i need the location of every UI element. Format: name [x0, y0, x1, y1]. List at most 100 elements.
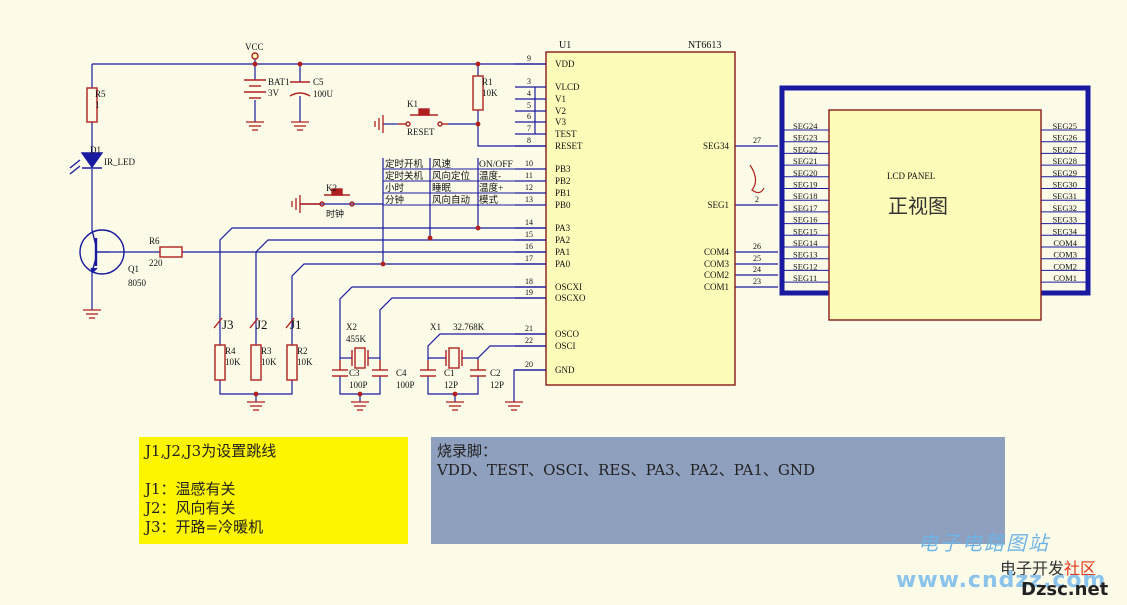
- c1-capacitor-icon: [420, 360, 436, 377]
- lcd-left-pin-label: SEG19: [793, 180, 818, 190]
- vcc-terminal-icon: [251, 52, 259, 60]
- ic-pin-name: V3: [555, 117, 566, 127]
- component-labels: VCC BAT1 3V C5 100U R1 10K K1 RESET K2 时…: [90, 42, 504, 390]
- ic-pin-number: 15: [525, 230, 533, 239]
- lcd-left-pin-label: SEG11: [793, 273, 817, 283]
- junction-dot: [253, 391, 259, 397]
- ic-pin-name: OSCI: [555, 341, 576, 351]
- ic-pin-number: 27: [753, 136, 761, 145]
- gnd-pin-wire: [513, 369, 546, 402]
- lcd-left-pin-label: SEG14: [793, 238, 818, 248]
- ic-pin-number: 19: [525, 288, 533, 297]
- ic-pin-name: PA2: [555, 235, 570, 245]
- lcd-right-pin-label: SEG34: [1052, 226, 1077, 236]
- lcd-left-pin-label: SEG22: [793, 144, 818, 154]
- ic-pin-number: 17: [525, 254, 533, 263]
- ic-pin-number: 5: [527, 101, 531, 110]
- button-table-cell: 风向定位: [432, 170, 471, 182]
- component-layer: [69, 52, 486, 381]
- junction-dot: [297, 61, 303, 67]
- ic-pin-number: 14: [525, 218, 533, 227]
- button-table-cell: 定时开机: [385, 158, 424, 170]
- lcd-right-pin-label: SEG31: [1052, 191, 1077, 201]
- button-table-cell: 温度-: [479, 170, 501, 182]
- c4-ref: C4: [396, 368, 407, 378]
- ic-pin-name: OSCXI: [555, 282, 582, 292]
- c2-capacitor-icon: [470, 360, 486, 377]
- c5-val: 100U: [313, 89, 334, 99]
- watermark-brand: Dzsc.net: [1021, 579, 1109, 600]
- lcd-right-pin-label: COM2: [1053, 261, 1077, 271]
- button-table-cell: 温度+: [479, 182, 503, 194]
- lcd-right-pins: SEG25 SEG26SEG27 SEG28 SEG29 SEG30SEG31 SEG32…: [1041, 121, 1086, 283]
- junction-dot: [475, 61, 481, 67]
- ic-pin-name: TEST: [555, 129, 577, 139]
- junction-dot: [380, 261, 386, 267]
- c1-val: 12P: [444, 380, 458, 390]
- r3-ref: R3: [261, 346, 272, 356]
- button-table-cell: 风速: [432, 159, 452, 170]
- lcd-right-pin-label: SEG32: [1052, 203, 1077, 213]
- lcd-left-pin-label: SEG13: [793, 250, 818, 260]
- ic-pin-number: 4: [527, 89, 531, 98]
- ic-pin-name: PB2: [555, 176, 571, 186]
- r4-ref: R4: [225, 346, 236, 356]
- ir-led-icon: [69, 152, 104, 175]
- lcd-left-pin-label: SEG17: [793, 203, 818, 213]
- r1-ref: R1: [482, 77, 493, 87]
- c5-ref: C5: [313, 77, 324, 87]
- ic-pin-number: 24: [753, 265, 761, 274]
- lcd-subtitle: 正视图: [888, 195, 948, 218]
- junction-dot: [452, 391, 458, 397]
- lcd-right-pin-label: COM1: [1053, 273, 1077, 283]
- r6-ref: R6: [149, 236, 160, 246]
- bat-val: 3V: [268, 88, 280, 98]
- osci-wire: [477, 345, 546, 360]
- ic-pin-name: GND: [555, 365, 575, 375]
- lcd-right-pin-label: SEG28: [1052, 156, 1077, 166]
- ic-pin-name: PB1: [555, 188, 571, 198]
- r4-resistor-icon: [214, 344, 226, 381]
- lcd-left-pin-label: SEG23: [793, 133, 818, 143]
- c5-capacitor-icon: [289, 81, 311, 97]
- burn-pins-title: 烧录脚：: [437, 442, 498, 460]
- r6-resistor-icon: [159, 246, 183, 258]
- ic-pin-name: SEG34: [703, 141, 730, 151]
- r5-ref: R5: [95, 89, 106, 99]
- ic-pin-name: VDD: [555, 59, 575, 69]
- lcd-right-pin-label: SEG29: [1052, 168, 1077, 178]
- ic-pin-name: COM2: [704, 270, 729, 280]
- c1-ref: C1: [444, 368, 455, 378]
- lcd-left-pin-label: SEG12: [793, 261, 818, 271]
- lcd-left-pin-label: SEG16: [793, 215, 818, 225]
- button-table-cell: 定时关机: [385, 170, 424, 182]
- x2-crystal-icon: [351, 347, 369, 369]
- ic-pin-name: OSCO: [555, 329, 580, 339]
- lcd-title: LCD PANEL: [887, 171, 935, 181]
- c4-capacitor-icon: [372, 360, 388, 377]
- jumper-note: J1,J2,J3为设置跳线 J1：温感有关 J2：风向有关 J3：开路=冷暖机: [139, 437, 408, 544]
- ic-pin-number: 8: [527, 136, 531, 145]
- schematic-canvas: U1 NT6613 9 VDD 3 VLCD 4 V1 5 V2 6 V3 7 TEST 8 RESET 1…: [0, 0, 1127, 600]
- ic-pin-number: 22: [525, 336, 533, 345]
- lcd-right-pin-label: COM4: [1053, 238, 1077, 248]
- button-table-cell: 分钟: [385, 194, 404, 206]
- x1-crystal-icon: [445, 347, 463, 369]
- lcd-right-pin-label: SEG25: [1052, 121, 1077, 131]
- junction-dot: [357, 391, 363, 397]
- ic-pin-name: PA0: [555, 259, 571, 269]
- r3-val: 10K: [261, 357, 277, 367]
- r2-val: 10K: [297, 357, 313, 367]
- j2-label: J2: [256, 317, 268, 332]
- burn-pins-list: VDD、TEST、OSCI、RES、PA3、PA2、PA1、GND: [437, 461, 816, 479]
- ic-pin-number: 10: [525, 159, 533, 168]
- lcd-left-pin-label: SEG20: [793, 168, 818, 178]
- button-table-cell: 模式: [479, 194, 499, 206]
- ic-pin-name: V2: [555, 106, 566, 116]
- button-table-cell: 睡眠: [432, 182, 452, 194]
- junction-dot: [475, 225, 481, 231]
- d1-val: IR_LED: [104, 157, 135, 167]
- reset-wire: [477, 110, 546, 147]
- k2-val: 时钟: [326, 208, 344, 219]
- ic-pin-number: 26: [753, 242, 761, 251]
